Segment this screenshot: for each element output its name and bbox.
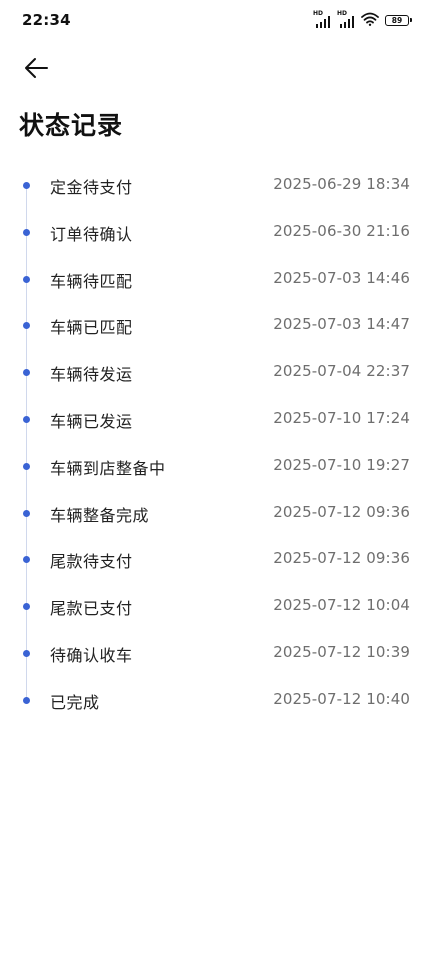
list-item: 待确认收车 2025-07-12 10:39 (0, 630, 431, 677)
status-label: 车辆到店整备中 (50, 458, 166, 478)
list-item: 定金待支付 2025-06-29 18:34 (0, 162, 431, 209)
status-time: 2025-06-29 18:34 (273, 175, 410, 193)
status-label: 车辆待发运 (50, 365, 133, 385)
status-label: 尾款已支付 (50, 599, 133, 619)
timeline-dot (23, 696, 30, 704)
timeline-dot (23, 556, 30, 564)
timeline-dot (23, 649, 30, 657)
status-time: 2025-07-10 19:27 (273, 455, 410, 474)
status-label: 车辆待匹配 (50, 271, 133, 291)
status-bar: 22:34 HD HD 89 (0, 0, 431, 40)
battery-level: 89 (391, 15, 403, 25)
status-time: 22:34 (22, 11, 71, 29)
timeline-dot (23, 462, 30, 470)
status-time: 2025-06-30 21:16 (273, 221, 410, 240)
hd-label: HD (313, 10, 324, 17)
status-label: 尾款待支付 (50, 552, 133, 572)
status-label: 待确认收车 (50, 645, 133, 665)
status-timeline: 定金待支付 2025-06-29 18:34 订单待确认 2025-06-30 … (0, 162, 431, 724)
list-item: 尾款已支付 2025-07-12 10:04 (0, 583, 431, 630)
status-time: 2025-07-12 09:36 (273, 549, 410, 568)
wifi-icon (361, 11, 379, 30)
list-item: 车辆待匹配 2025-07-03 14:46 (0, 256, 431, 303)
list-item: 车辆已匹配 2025-07-03 14:47 (0, 302, 431, 349)
status-time: 2025-07-10 17:24 (273, 408, 410, 427)
status-time: 2025-07-03 14:47 (273, 315, 410, 334)
status-time: 2025-07-12 10:04 (273, 596, 410, 615)
hd-label: HD (337, 10, 348, 17)
list-item: 车辆待发运 2025-07-04 22:37 (0, 349, 431, 396)
timeline-dot (23, 182, 30, 189)
status-time: 2025-07-04 22:37 (273, 362, 410, 381)
status-time: 2025-07-12 09:36 (273, 502, 410, 521)
back-button[interactable] (18, 52, 54, 84)
timeline-dot (23, 322, 30, 330)
timeline-dot (23, 509, 30, 517)
arrow-left-icon (25, 58, 48, 78)
list-item: 车辆整备完成 2025-07-12 09:36 (0, 490, 431, 537)
status-time: 2025-07-12 10:39 (273, 642, 410, 661)
timeline-dot (23, 228, 30, 236)
list-item: 尾款待支付 2025-07-12 09:36 (0, 536, 431, 583)
status-label: 定金待支付 (50, 178, 133, 197)
status-time: 2025-07-03 14:46 (273, 268, 410, 287)
cellular-signal-icon: HD (313, 10, 333, 28)
status-icons: HD HD 89 (313, 10, 412, 30)
list-item: 订单待确认 2025-06-30 21:16 (0, 209, 431, 256)
status-label: 订单待确认 (50, 224, 133, 244)
list-item: 车辆到店整备中 2025-07-10 19:27 (0, 443, 431, 490)
list-item: 已完成 2025-07-12 10:40 (0, 677, 431, 724)
list-item: 车辆已发运 2025-07-10 17:24 (0, 396, 431, 443)
timeline-dot (23, 415, 30, 423)
timeline-dot (23, 275, 30, 283)
status-label: 已完成 (50, 692, 100, 712)
timeline-dot (23, 603, 30, 611)
status-time: 2025-07-12 10:40 (273, 689, 410, 708)
page-title: 状态记录 (19, 111, 124, 140)
cellular-signal-icon: HD (337, 10, 357, 28)
status-label: 车辆已匹配 (50, 318, 133, 338)
battery-icon: 89 (385, 14, 412, 26)
status-label: 车辆已发运 (50, 411, 133, 431)
status-label: 车辆整备完成 (50, 505, 150, 525)
timeline-dot (23, 369, 30, 377)
